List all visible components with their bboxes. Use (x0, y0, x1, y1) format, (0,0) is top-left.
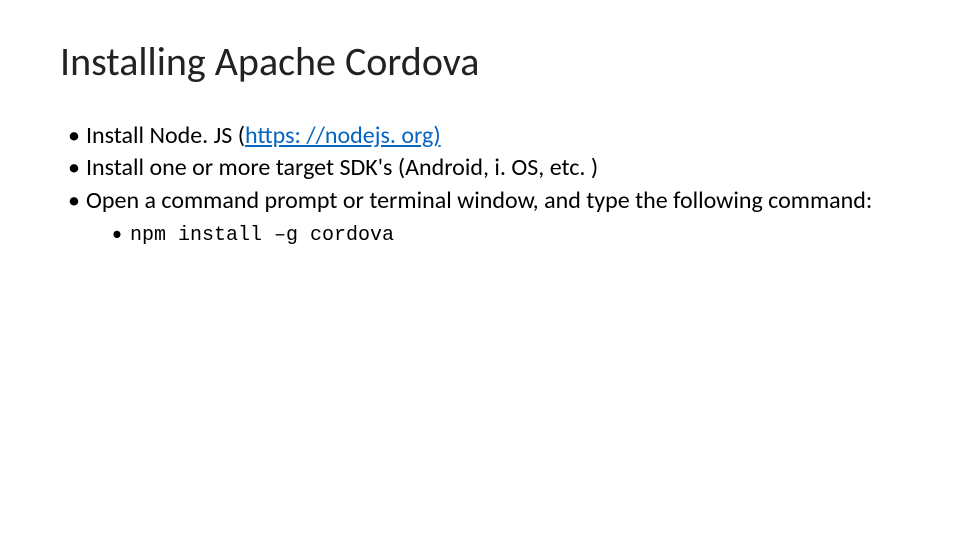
bullet-item-open-terminal: Open a command prompt or terminal window… (60, 185, 900, 249)
sub-bullet-item-npm-command: npm install –g cordova (86, 221, 900, 249)
nodejs-link[interactable]: https: //nodejs. org) (245, 121, 441, 150)
command-text: npm install –g cordova (130, 224, 394, 247)
bullet-text: Install Node. JS ( (86, 121, 245, 150)
bullet-text: Open a command prompt or terminal window… (86, 186, 872, 215)
bullet-item-install-sdk: Install one or more target SDK's (Androi… (60, 152, 900, 184)
sub-bullet-list: npm install –g cordova (86, 221, 900, 249)
bullet-list: Install Node. JS (https: //nodejs. org) … (60, 120, 900, 249)
slide: Installing Apache Cordova Install Node. … (0, 0, 960, 540)
bullet-item-install-nodejs: Install Node. JS (https: //nodejs. org) (60, 120, 900, 152)
bullet-text: Install one or more target SDK's (Androi… (86, 153, 598, 182)
slide-title: Installing Apache Cordova (60, 40, 900, 84)
